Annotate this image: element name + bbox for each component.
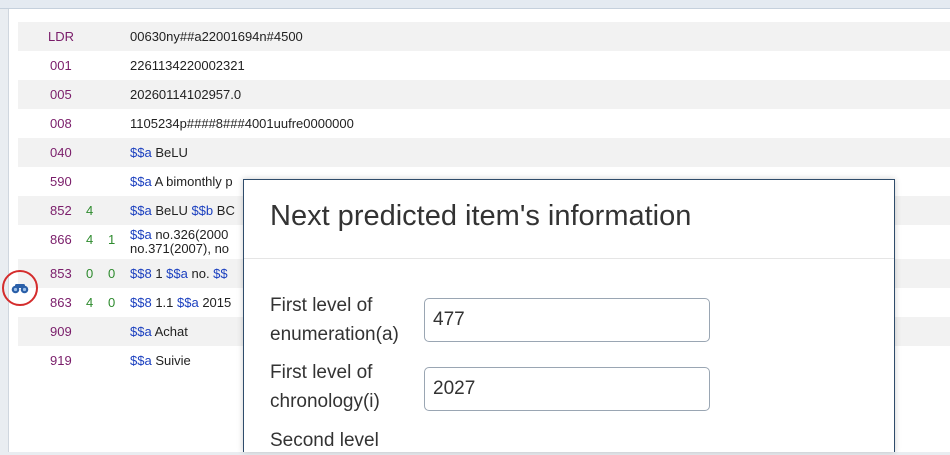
subfield-code: $$a [130,174,152,189]
subfield-value: BC [213,203,235,218]
binoculars-icon [11,284,29,294]
subfield-value: 2261134220002321 [130,58,245,73]
subfield-code: $$a [130,145,152,160]
indicator-1: 4 [86,203,94,218]
field-content: 20260114102957.0 [130,80,950,109]
subfield-code: $$a [130,203,152,218]
field-content: 1105234p####8###4001uufre0000000 [130,109,950,138]
indicator-1: 4 [86,295,94,310]
marc-field-row[interactable]: 008 1105234p####8###4001uufre0000000 [18,109,950,138]
subfield-value: 20260114102957.0 [130,87,242,102]
subfield-value: no. [187,266,214,281]
indicator-2: 0 [108,295,116,310]
chronology-input[interactable]: 2027 [424,367,710,411]
indicator-2: 0 [108,266,116,281]
field-tag: 852 [50,203,72,218]
subfield-code: $$8 [130,266,152,281]
field-content: 2261134220002321 [130,51,950,80]
field-content: $$a BeLU [130,138,950,167]
enumeration-label: First level of enumeration(a) [270,295,399,345]
field-tag: LDR [48,29,75,44]
subfield-code: $$8 [130,295,152,310]
marc-field-row[interactable]: 040 $$a BeLU [18,138,950,167]
indicator-2: 1 [108,232,116,247]
subfield-value: A bimonthly p [151,174,233,189]
enumeration-input[interactable]: 477 [424,298,710,342]
field-tag: 863 [50,295,72,310]
dialog-divider [244,258,894,259]
field-tag: 909 [50,324,72,339]
subfield-value: 2015 [198,295,232,310]
subfield-code: $$a [166,266,188,281]
subfield-value: 1105234p####8###4001uufre0000000 [130,116,354,131]
field-tag: 866 [50,232,72,247]
field-tag: 001 [50,58,72,73]
indicator-1: 4 [86,232,94,247]
field-tag: 590 [50,174,72,189]
indicator-1: 0 [86,266,94,281]
field-tag: 008 [50,116,72,131]
subfield-code: $$a [130,324,152,339]
subfield-code: $$a [130,353,152,368]
field-tag: 853 [50,266,72,281]
subfield-code: $$a [130,228,152,242]
second-level-label: Second level [270,430,379,451]
subfield-code: $$a [177,295,199,310]
marc-field-row[interactable]: 001 2261134220002321 [18,51,950,80]
dialog-title: Next predicted item's information [270,200,692,232]
subfield-code: $$b [191,203,214,218]
marc-field-row[interactable]: LDR 00630ny##a22001694n#4500 [18,22,950,51]
marc-field-row[interactable]: 005 20260114102957.0 [18,80,950,109]
subfield-value: BeLU [151,203,192,218]
subfield-value: no.326(2000 [151,228,229,242]
subfield-value: 1.1 [151,295,177,310]
field-content: 00630ny##a22001694n#4500 [130,22,950,51]
subfield-value: Suivie [151,353,191,368]
subfield-value: BeLU [151,145,188,160]
subfield-value: 00630ny##a22001694n#4500 [130,29,303,44]
field-tag: 919 [50,353,72,368]
subfield-value: Achat [151,324,188,339]
subfield-value: 1 [151,266,167,281]
field-tag: 005 [50,87,72,102]
predicted-item-dialog: Next predicted item's information First … [243,179,895,452]
predict-next-item-button[interactable] [2,270,38,306]
field-content-continuation: no.371(2007), no [130,241,230,256]
top-toolbar [0,0,950,9]
field-tag: 040 [50,145,72,160]
chronology-label: First level of chronology(i) [270,362,380,412]
subfield-code: $$ [213,266,228,281]
